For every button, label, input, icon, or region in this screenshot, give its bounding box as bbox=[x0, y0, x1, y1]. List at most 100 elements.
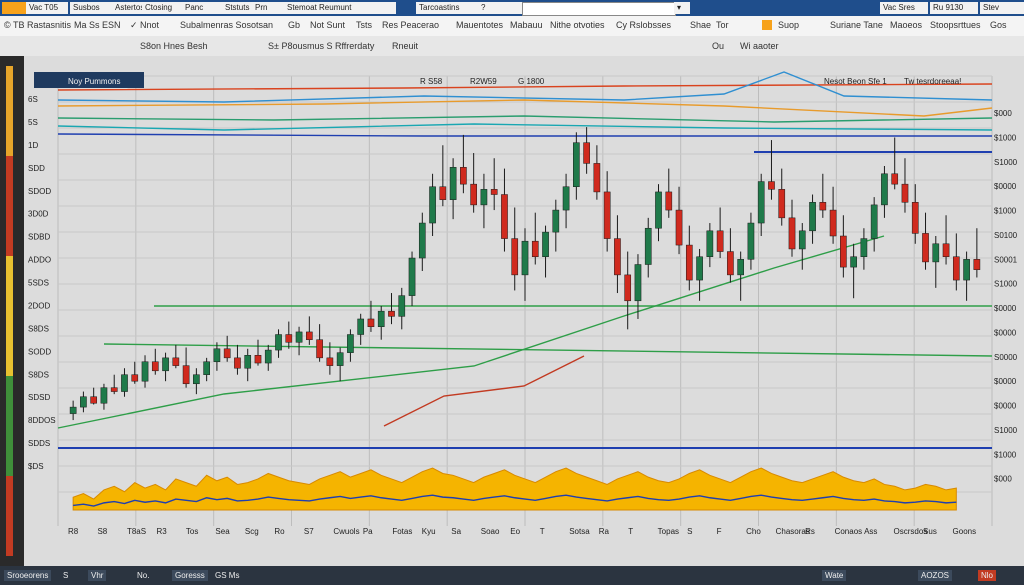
menu-item-10[interactable]: Nithe otvoties bbox=[550, 20, 605, 30]
candle-body bbox=[747, 222, 755, 260]
right-tick-label: S0001 bbox=[994, 255, 1018, 264]
menu-item-2[interactable]: ✓ Nnot bbox=[130, 20, 159, 31]
candle-body bbox=[655, 191, 662, 229]
candle-body bbox=[275, 334, 282, 351]
status-item-7[interactable]: AOZOS bbox=[918, 570, 953, 581]
right-tab-1[interactable]: Ru 9130 bbox=[930, 2, 978, 14]
candle-body bbox=[573, 142, 580, 187]
y-tick-label: 1D bbox=[28, 141, 38, 150]
right-tick-label: $0000 bbox=[994, 182, 1017, 191]
candle-body bbox=[696, 256, 703, 281]
x-tick-label: Sotsa bbox=[569, 527, 590, 536]
tab-8[interactable]: Tarcoastins bbox=[416, 2, 480, 14]
menu-item-6[interactable]: Tsts bbox=[356, 20, 372, 30]
right-tick-label: $000 bbox=[994, 475, 1012, 484]
price-chart[interactable]: 6S 5S 1D SDD SDOD 3D0D SDBD ADDO 5SDS 2DOD S8DS SOD… bbox=[24, 56, 1024, 566]
chart-header-bar: S8on Hnes Besh S± P8ousmus S Rffrerdaty … bbox=[0, 36, 1024, 57]
bottom-note: Tw tesrdoreeaa! bbox=[904, 77, 961, 86]
candle-body bbox=[716, 230, 724, 252]
chart-area[interactable]: 6S 5S 1D SDD SDOD 3D0D SDBD ADDO 5SDS 2DOD S8DS SOD… bbox=[24, 56, 1024, 566]
menu-item-12[interactable]: Shae bbox=[690, 20, 711, 30]
tool-stripe-green[interactable] bbox=[6, 376, 13, 476]
candle-body bbox=[223, 348, 231, 359]
candle-body bbox=[151, 361, 159, 372]
candle-body bbox=[624, 274, 632, 302]
y-tick-label: S8DS bbox=[28, 370, 49, 379]
x-tick-label: S7 bbox=[304, 527, 314, 536]
tab-5[interactable]: Ststuts bbox=[222, 2, 254, 14]
candle-body bbox=[234, 357, 241, 369]
menu-item-0[interactable]: © TB Rastasnitis bbox=[4, 20, 71, 30]
candle-body bbox=[264, 349, 272, 364]
search-input[interactable]: ? bbox=[478, 2, 524, 14]
dropdown-icon[interactable]: ▾ bbox=[674, 2, 690, 14]
status-item-6[interactable]: Wate bbox=[822, 570, 847, 581]
tab-0[interactable]: Vac T05 bbox=[26, 2, 68, 14]
tab-3[interactable]: Ctosing bbox=[142, 2, 184, 14]
candle-body bbox=[80, 396, 87, 408]
menu-item-4[interactable]: Gb bbox=[288, 20, 300, 30]
candle-body bbox=[429, 186, 436, 224]
status-item-4[interactable]: Goresss bbox=[172, 570, 208, 581]
tab-4[interactable]: Panc bbox=[182, 2, 224, 14]
address-field[interactable] bbox=[522, 2, 676, 16]
candle-body bbox=[69, 406, 77, 414]
right-tick-label: S1000 bbox=[994, 280, 1018, 289]
menu-item-15[interactable]: Suriane Tane bbox=[830, 20, 883, 30]
tab-7[interactable]: Stemoat Reumunt bbox=[284, 2, 396, 14]
candle-body bbox=[932, 243, 940, 263]
candle-body bbox=[901, 183, 909, 203]
candle-body bbox=[614, 238, 621, 276]
candle-body bbox=[809, 202, 816, 232]
menu-item-8[interactable]: Mauentotes bbox=[456, 20, 503, 30]
menu-item-3[interactable]: Subalmenras Sosotsan bbox=[180, 20, 273, 30]
candle-body bbox=[768, 181, 775, 190]
x-tick-label: Scg bbox=[245, 527, 259, 536]
zoom-label[interactable]: Ou bbox=[712, 41, 724, 51]
right-tick-label: $0000 bbox=[994, 377, 1017, 386]
indicator-label-0: R S58 bbox=[420, 77, 443, 86]
candle-body bbox=[829, 209, 837, 237]
candle-body bbox=[141, 361, 149, 382]
status-item-8[interactable]: Nlo bbox=[978, 570, 997, 581]
tab-2[interactable]: Astertos bbox=[112, 2, 144, 14]
menu-item-9[interactable]: Mabauu bbox=[510, 20, 543, 30]
x-tick-label: Rs bbox=[805, 527, 815, 536]
right-tab-2[interactable]: Stev bbox=[980, 2, 1024, 14]
candle-body bbox=[326, 357, 334, 366]
x-tick-label: Ass bbox=[864, 527, 877, 536]
tool-stripe-red[interactable] bbox=[6, 156, 13, 256]
status-bar: Srooeorens S Vhr No. Goresss GS Ms Wate … bbox=[0, 566, 1024, 585]
candle-body bbox=[531, 240, 539, 257]
menu-item-16[interactable]: Maoeos bbox=[890, 20, 922, 30]
menu-item-14[interactable]: Suop bbox=[778, 20, 799, 30]
menu-item-7[interactable]: Res Peacerao bbox=[382, 20, 439, 30]
candle-body bbox=[306, 331, 313, 340]
tab-6[interactable]: Prn bbox=[252, 2, 284, 14]
candle-body bbox=[942, 243, 950, 257]
menu-item-13[interactable]: Tor bbox=[716, 20, 729, 30]
candle-body bbox=[840, 235, 847, 268]
tool-stripe-orange[interactable] bbox=[6, 66, 13, 156]
status-item-3[interactable]: No. bbox=[134, 570, 152, 581]
menu-item-1[interactable]: Ma Ss ESN bbox=[74, 20, 121, 30]
tool-stripe-yellow[interactable] bbox=[6, 256, 13, 376]
tool-stripe-red-2[interactable] bbox=[6, 476, 13, 556]
candle-body bbox=[162, 357, 169, 372]
status-item-2[interactable]: Vhr bbox=[88, 570, 107, 581]
x-tick-label: Cho bbox=[746, 527, 761, 536]
menu-item-18[interactable]: Gos bbox=[990, 20, 1007, 30]
tab-1[interactable]: Susbos bbox=[70, 2, 114, 14]
status-item-1[interactable]: S bbox=[60, 570, 71, 581]
y-tick-label: 5SDS bbox=[28, 279, 49, 288]
x-tick-label: S8 bbox=[97, 527, 107, 536]
status-item-0[interactable]: Srooeorens bbox=[4, 570, 52, 581]
menu-item-17[interactable]: Stoopsrttues bbox=[930, 20, 981, 30]
right-tab-0[interactable]: Vac Sres bbox=[880, 2, 928, 14]
menu-item-5[interactable]: Not Sunt bbox=[310, 20, 345, 30]
chart-header-mid2: Rneuit bbox=[392, 41, 419, 51]
status-item-5[interactable]: GS Ms bbox=[212, 570, 242, 581]
candle-body bbox=[90, 396, 98, 404]
candle-body bbox=[675, 209, 683, 246]
menu-item-11[interactable]: Cy Rslobsses bbox=[616, 20, 671, 30]
